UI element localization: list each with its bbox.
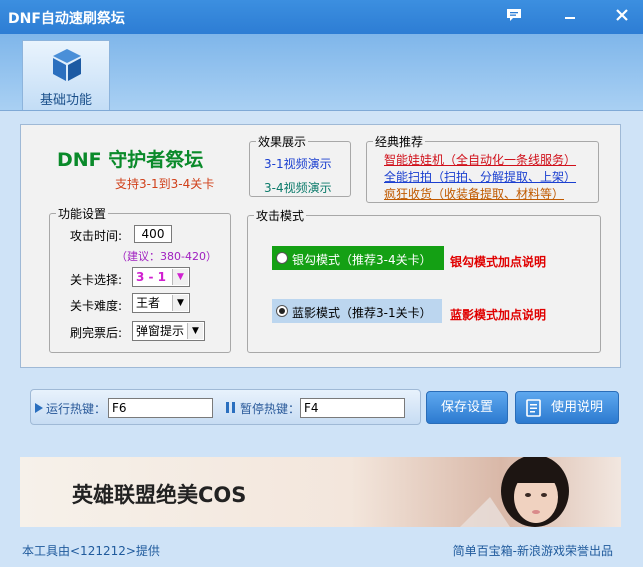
footer-provider: 本工具由<121212>提供 bbox=[22, 544, 160, 558]
recommend-link-2[interactable]: 全能扫拍（扫拍、分解提取、上架） bbox=[384, 168, 576, 185]
banner-photo bbox=[460, 457, 569, 527]
footer-publisher[interactable]: 简单百宝箱-新浪游戏荣誉出品 bbox=[453, 542, 613, 559]
chevron-down-icon: ▼ bbox=[172, 269, 188, 285]
silverhook-points-link[interactable]: 银勾模式加点说明 bbox=[450, 253, 546, 270]
pause-hotkey-input[interactable]: F4 bbox=[300, 398, 405, 418]
difficulty-value: 王者 bbox=[136, 296, 161, 310]
level-label: 关卡选择: bbox=[70, 273, 123, 287]
level-select[interactable]: 3 - 1 ▼ bbox=[132, 267, 190, 287]
document-icon bbox=[526, 399, 541, 417]
level-value: 3 - 1 bbox=[136, 270, 167, 284]
title-bar: DNF自动速刷祭坛 bbox=[0, 0, 643, 34]
window-title: DNF自动速刷祭坛 bbox=[8, 11, 125, 27]
mode-blueshadow-label: 蓝影模式（推荐3-1关卡） bbox=[292, 306, 432, 320]
help-button[interactable]: 使用说明 bbox=[515, 391, 619, 424]
basic-function-label: 基础功能 bbox=[39, 93, 92, 108]
mode-blueshadow-radio[interactable] bbox=[276, 305, 288, 317]
attack-time-label: 攻击时间: bbox=[70, 229, 123, 243]
help-button-label: 使用说明 bbox=[550, 400, 603, 415]
mode-silverhook-option[interactable]: 银勾模式（推荐3-4关卡） bbox=[272, 246, 444, 270]
recommend-legend: 经典推荐 bbox=[375, 135, 424, 149]
radio-selected-dot bbox=[279, 308, 285, 314]
cube-icon bbox=[53, 49, 81, 81]
ad-banner[interactable]: 英雄联盟绝美COS bbox=[20, 457, 621, 527]
difficulty-label: 关卡难度: bbox=[70, 299, 123, 313]
save-settings-button[interactable]: 保存设置 bbox=[426, 391, 508, 424]
difficulty-select[interactable]: 王者 ▼ bbox=[132, 293, 190, 313]
chevron-down-icon: ▼ bbox=[172, 295, 188, 311]
run-hotkey-input[interactable]: F6 bbox=[108, 398, 213, 418]
close-icon[interactable] bbox=[612, 7, 632, 27]
blueshadow-points-link[interactable]: 蓝影模式加点说明 bbox=[450, 306, 546, 323]
attack-time-suggestion: （建议：380-420） bbox=[116, 250, 217, 263]
main-panel: DNF 守护者祭坛 支持3-1到3-4关卡 效果展示 3-1视频演示 3-4视频… bbox=[20, 124, 621, 368]
basic-function-tab[interactable]: 基础功能 bbox=[22, 40, 110, 110]
attack-time-input[interactable]: 400 bbox=[134, 225, 172, 243]
mode-silverhook-label: 银勾模式（推荐3-4关卡） bbox=[292, 253, 432, 267]
mode-silverhook-radio[interactable] bbox=[276, 252, 288, 264]
feedback-icon[interactable] bbox=[504, 7, 524, 27]
banner-text: 英雄联盟绝美COS bbox=[72, 483, 247, 507]
app-window: DNF自动速刷祭坛 基础功能 DNF 守护者祭坛 支持3-1到3-4关卡 效果展… bbox=[0, 0, 643, 567]
video-3-1-link[interactable]: 3-1视频演示 bbox=[264, 155, 332, 172]
recommend-link-1[interactable]: 智能娃娃机（全自动化一条线服务） bbox=[384, 151, 576, 168]
settings-legend: 功能设置 bbox=[58, 207, 107, 221]
attack-mode-legend: 攻击模式 bbox=[256, 209, 305, 223]
minimize-icon[interactable] bbox=[560, 7, 580, 27]
pause-hotkey-label: 暂停热键： bbox=[240, 402, 301, 416]
chevron-down-icon: ▼ bbox=[187, 323, 203, 339]
play-icon bbox=[35, 403, 43, 413]
pause-icon bbox=[226, 402, 235, 413]
after-ticket-select[interactable]: 弹窗提示 ▼ bbox=[132, 321, 205, 341]
attack-mode-group: 攻击模式 bbox=[247, 207, 601, 353]
effects-legend: 效果展示 bbox=[258, 135, 307, 149]
video-3-4-link[interactable]: 3-4视频演示 bbox=[264, 179, 332, 196]
page-title: DNF 守护者祭坛 bbox=[57, 149, 204, 171]
hotkey-bar: 运行热键： F6 暂停热键： F4 bbox=[30, 389, 421, 425]
recommend-link-3[interactable]: 疯狂收货（收装备提取、材料等） bbox=[384, 185, 564, 202]
page-subtitle: 支持3-1到3-4关卡 bbox=[115, 177, 215, 191]
run-hotkey-label: 运行热键： bbox=[46, 402, 107, 416]
after-ticket-label: 刷完票后: bbox=[70, 326, 123, 340]
toolbar: 基础功能 bbox=[0, 34, 643, 111]
mode-blueshadow-option[interactable]: 蓝影模式（推荐3-1关卡） bbox=[272, 299, 442, 323]
after-ticket-value: 弹窗提示 bbox=[136, 324, 185, 338]
